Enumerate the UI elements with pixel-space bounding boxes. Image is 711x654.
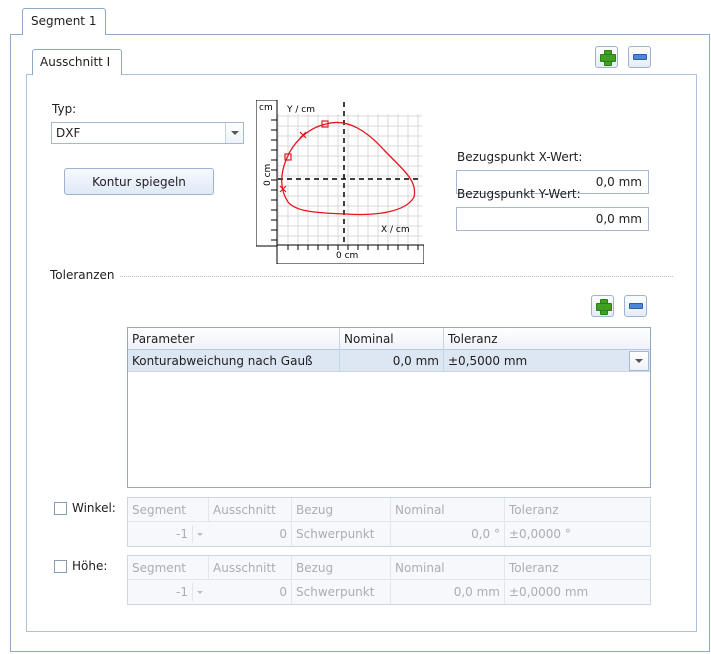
tolerance-table: Parameter Nominal Toleranz Konturabweich… [127, 327, 651, 488]
cell-nominal: 0,0 mm [340, 350, 444, 372]
winkel-nominal-value: 0,0 ° [391, 522, 505, 546]
hoehe-segment-value: -1 [176, 585, 188, 599]
winkel-table: Segment Ausschnitt Bezug Nominal Toleran… [127, 497, 651, 547]
winkel-segment-value: -1 [176, 527, 188, 541]
hoehe-toleranz-value: ±0,0000 mm [509, 585, 589, 599]
cell-toleranz[interactable]: ±0,5000 mm [444, 350, 650, 372]
hoehe-col-ausschnitt: Ausschnitt [209, 556, 292, 580]
table-row[interactable]: Konturabweichung nach Gauß 0,0 mm ±0,500… [128, 350, 650, 372]
winkel-col-bezug: Bezug [292, 498, 391, 522]
ref-y-label: Bezugspunkt Y-Wert: [457, 187, 581, 201]
y-axis-label: Y / cm [286, 105, 315, 115]
mirror-contour-button[interactable]: Kontur spiegeln [64, 168, 214, 195]
ref-y-input[interactable]: 0,0 mm [456, 207, 649, 231]
ref-x-value: 0,0 mm [595, 175, 642, 189]
toleranz-dropdown[interactable] [629, 351, 649, 371]
cell-parameter: Konturabweichung nach Gauß [128, 350, 340, 372]
column-header-toleranz[interactable]: Toleranz [444, 328, 650, 350]
remove-section-button[interactable] [628, 46, 651, 68]
minus-icon [628, 303, 643, 309]
winkel-ausschnitt-value: 0 [209, 522, 292, 546]
chevron-down-icon[interactable] [630, 352, 648, 370]
winkel-col-ausschnitt: Ausschnitt [209, 498, 292, 522]
y-zero-label: 0 cm [263, 164, 273, 186]
remove-tolerance-button[interactable] [624, 295, 647, 317]
hoehe-col-bezug: Bezug [292, 556, 391, 580]
winkel-col-segment: Segment [128, 498, 209, 522]
x-zero-label: 0 cm [336, 251, 358, 261]
hoehe-ausschnitt-value: 0 [209, 580, 292, 604]
plus-icon [595, 299, 612, 315]
mirror-contour-label: Kontur spiegeln [92, 174, 186, 189]
typ-select-value: DXF [56, 126, 81, 140]
ref-y-value: 0,0 mm [595, 212, 642, 226]
hoehe-col-nominal: Nominal [391, 556, 505, 580]
plus-icon [599, 50, 616, 66]
hoehe-label: Höhe: [72, 559, 108, 573]
winkel-checkbox[interactable] [54, 502, 67, 515]
tolerances-divider [120, 276, 673, 277]
hoehe-nominal-value: 0,0 mm [391, 580, 505, 604]
chevron-down-icon [192, 583, 206, 601]
preview-unit-corner: cm [259, 103, 273, 113]
hoehe-checkbox[interactable] [54, 560, 67, 573]
hoehe-bezug-value: Schwerpunkt [292, 580, 391, 604]
tolerance-table-header: Parameter Nominal Toleranz [128, 328, 650, 350]
hoehe-col-segment: Segment [128, 556, 209, 580]
contour-preview: cm Y / cm X / cm 0 cm 0 cm [256, 100, 424, 264]
column-header-nominal[interactable]: Nominal [340, 328, 444, 350]
chevron-down-icon[interactable] [225, 123, 243, 143]
column-header-parameter[interactable]: Parameter [128, 328, 340, 350]
add-tolerance-button[interactable] [591, 295, 614, 317]
tab-segment-1[interactable]: Segment 1 [22, 8, 106, 35]
tab-ausschnitt-1-label: Ausschnitt I [40, 55, 111, 69]
chevron-down-icon [192, 525, 206, 543]
ref-x-label: Bezugspunkt X-Wert: [457, 150, 583, 164]
hoehe-table: Segment Ausschnitt Bezug Nominal Toleran… [127, 555, 651, 605]
hoehe-col-toleranz: Toleranz [505, 556, 650, 580]
winkel-col-nominal: Nominal [391, 498, 505, 522]
typ-label: Typ: [52, 102, 77, 116]
contour-marker-cross [279, 131, 307, 193]
tab-ausschnitt-1[interactable]: Ausschnitt I [32, 49, 122, 75]
typ-select[interactable]: DXF [51, 122, 244, 144]
tab-segment-1-label: Segment 1 [31, 14, 97, 28]
winkel-label: Winkel: [72, 501, 116, 515]
winkel-toleranz-value: ±0,0000 ° [509, 527, 571, 541]
add-section-button[interactable] [595, 46, 618, 68]
x-axis-label: X / cm [381, 225, 410, 235]
tolerances-heading: Toleranzen [50, 268, 115, 282]
winkel-bezug-value: Schwerpunkt [292, 522, 391, 546]
winkel-col-toleranz: Toleranz [505, 498, 650, 522]
minus-icon [632, 54, 647, 60]
